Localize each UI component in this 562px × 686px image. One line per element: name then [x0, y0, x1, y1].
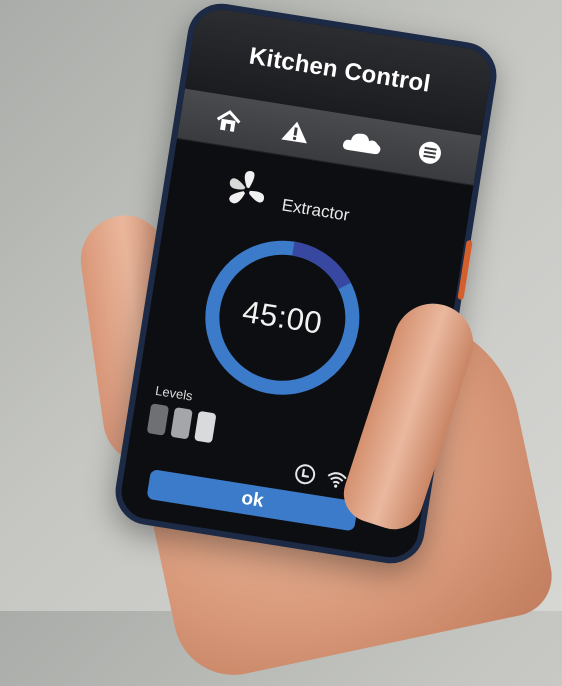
level-bar-1[interactable]	[146, 403, 170, 436]
levels-label: Levels	[154, 382, 194, 404]
levels-selector	[146, 403, 217, 444]
menu-icon[interactable]	[405, 130, 455, 176]
status-icons	[292, 462, 350, 497]
warning-icon[interactable]	[271, 108, 321, 154]
level-bar-3[interactable]	[194, 410, 217, 444]
level-bar-2[interactable]	[170, 407, 193, 440]
timer-ring[interactable]: 45:00	[191, 226, 374, 409]
timer-display: 45:00	[240, 293, 325, 341]
app-title: Kitchen Control	[247, 42, 433, 98]
device-name: Extractor	[280, 195, 351, 225]
cloud-icon[interactable]	[338, 119, 388, 165]
photo-scene: Kitchen Control Extractor 45:00 Levels o…	[0, 0, 562, 686]
clock-icon[interactable]	[292, 462, 318, 492]
home-icon[interactable]	[204, 98, 254, 144]
fan-icon	[220, 164, 273, 222]
